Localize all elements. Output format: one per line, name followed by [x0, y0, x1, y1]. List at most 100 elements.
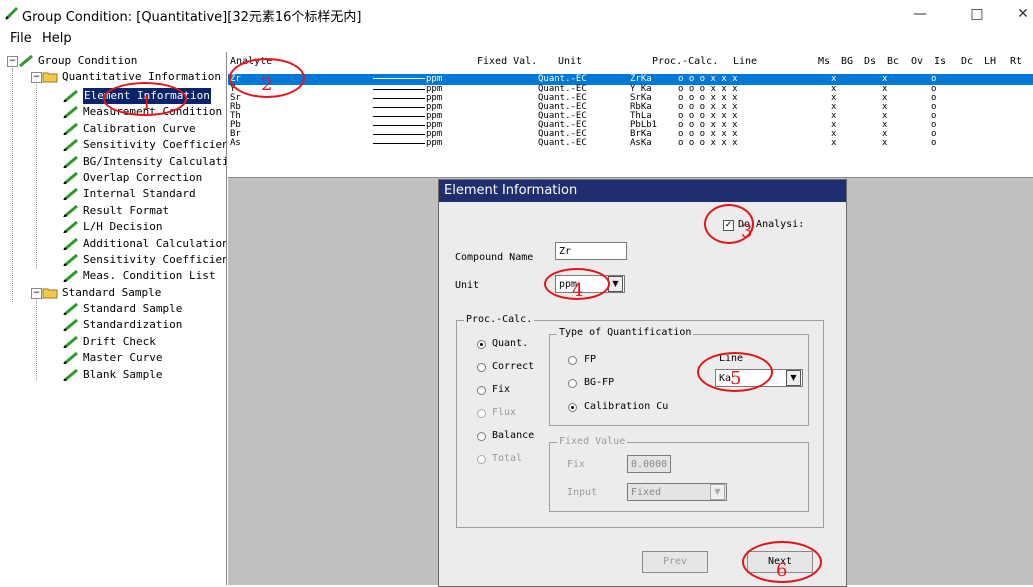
- cell-ds: x: [882, 138, 888, 148]
- fixed-value-line: [373, 89, 425, 90]
- pen-icon: [63, 139, 78, 152]
- pen-icon: [63, 204, 78, 217]
- pen-icon: [63, 335, 78, 348]
- pen-icon: [63, 368, 78, 381]
- tree-collapse-standard-icon[interactable]: −: [31, 288, 42, 299]
- table-row[interactable]: As ppm Quant.-EC AsKa o o o x x x x x o: [228, 139, 1033, 148]
- radio-fp[interactable]: [568, 356, 577, 365]
- radio-balance-label: Balance: [492, 430, 535, 441]
- list-header: Analyte Fixed Val. Unit Proc.-Calc. Line…: [228, 56, 1033, 70]
- radio-flux: [477, 409, 486, 418]
- menu-file[interactable]: File: [10, 31, 32, 46]
- pen-icon: [63, 319, 78, 332]
- pen-icon: [63, 155, 78, 168]
- annotation-number-2: 2: [261, 74, 273, 95]
- radio-balance[interactable]: [477, 432, 486, 441]
- pen-icon: [63, 106, 78, 119]
- radio-fp-label: FP: [584, 354, 597, 365]
- close-button[interactable]: ✕: [1008, 4, 1033, 24]
- folder-icon: [42, 288, 58, 299]
- compound-name-input[interactable]: Zr: [555, 242, 627, 260]
- maximize-button[interactable]: □: [962, 4, 992, 24]
- fixed-value-line: [373, 98, 425, 99]
- proc-calc-title: Proc.-Calc.: [464, 314, 535, 325]
- col-dc[interactable]: Dc: [961, 56, 973, 67]
- radio-total-label: Total: [492, 453, 523, 464]
- fixed-value-line: [373, 125, 425, 126]
- radio-flux-label: Flux: [492, 407, 517, 418]
- unit-dropdown-arrow-icon[interactable]: ▼: [608, 276, 623, 292]
- minimize-button[interactable]: —: [905, 4, 935, 24]
- pen-icon: [19, 55, 33, 67]
- fix-value-input: 0.0000: [627, 455, 671, 473]
- col-ds[interactable]: Ds: [864, 56, 876, 67]
- col-bg[interactable]: BG: [841, 56, 853, 67]
- radio-quant-label: Quant.: [492, 338, 529, 349]
- fix-label: Fix: [567, 459, 586, 470]
- cell-ov: o: [931, 138, 937, 148]
- pen-icon: [63, 237, 78, 250]
- fixed-value-line: [373, 116, 425, 117]
- pen-icon: [63, 221, 78, 234]
- type-of-quantification-title: Type of Quantification: [557, 327, 694, 338]
- cell-flags: o o o x x x: [678, 138, 738, 148]
- fixed-value-title: Fixed Value: [557, 436, 628, 447]
- radio-bg-fp-label: BG-FP: [584, 377, 615, 388]
- radio-fix[interactable]: [477, 386, 486, 395]
- title-bar: Group Condition: [Quantitative][32元素16个标…: [0, 0, 1033, 28]
- radio-calibration-curve-label: Calibration Cu: [584, 401, 669, 412]
- window-title: Group Condition: [Quantitative][32元素16个标…: [22, 10, 362, 25]
- menu-help[interactable]: Help: [42, 31, 72, 46]
- col-unit[interactable]: Unit: [558, 56, 582, 67]
- pen-icon: [63, 352, 78, 365]
- fixed-value-group: [549, 442, 809, 512]
- prev-button[interactable]: Prev: [642, 551, 708, 573]
- col-rt[interactable]: Rt: [1010, 56, 1022, 67]
- annotation-number-6: 6: [776, 560, 788, 581]
- col-line[interactable]: Line: [733, 56, 757, 67]
- cell-ms: x: [831, 138, 837, 148]
- element-list: Analyte Fixed Val. Unit Proc.-Calc. Line…: [228, 52, 1033, 178]
- pen-icon: [63, 188, 78, 201]
- radio-calibration-curve[interactable]: [568, 403, 577, 412]
- line-dropdown-arrow-icon[interactable]: ▼: [786, 370, 801, 386]
- unit-label: Unit: [455, 280, 480, 291]
- fixed-value-line: [373, 134, 425, 135]
- col-proc-calc[interactable]: Proc.-Calc.: [652, 56, 718, 67]
- radio-correct[interactable]: [477, 363, 486, 372]
- radio-bg-fp[interactable]: [568, 379, 577, 388]
- col-ms[interactable]: Ms: [818, 56, 830, 67]
- radio-correct-label: Correct: [492, 361, 535, 372]
- cell-analyte: As: [230, 138, 241, 148]
- annotation-number-3: 3: [741, 221, 753, 242]
- fixed-value-line: [373, 143, 425, 144]
- radio-quant[interactable]: [477, 340, 486, 349]
- cell-line: AsKa: [630, 138, 652, 148]
- fixed-value-line: [373, 78, 425, 79]
- menu-bar: File Help: [0, 31, 1033, 49]
- dialog-title-bar: Element Information: [439, 180, 846, 202]
- fixed-value-line: [373, 107, 425, 108]
- tree-collapse-root-icon[interactable]: −: [7, 56, 18, 67]
- pen-icon: [63, 172, 78, 184]
- col-bc[interactable]: Bc: [887, 56, 899, 67]
- folder-icon: [42, 72, 58, 83]
- col-is[interactable]: Is: [934, 56, 946, 67]
- input-dropdown-arrow-icon: ▼: [710, 484, 725, 500]
- pen-icon: [63, 90, 78, 102]
- input-label: Input: [567, 487, 598, 498]
- pen-icon: [63, 254, 78, 266]
- cell-proc: Quant.-EC: [538, 138, 587, 148]
- dialog-title: Element Information: [444, 183, 578, 198]
- compound-name-label: Compound Name: [455, 252, 534, 263]
- pen-icon: [5, 6, 19, 20]
- annotation-number-4: 4: [572, 280, 584, 301]
- annotation-number-5: 5: [730, 368, 742, 389]
- tree-collapse-quant-icon[interactable]: −: [31, 72, 42, 83]
- radio-fix-label: Fix: [492, 384, 511, 395]
- col-fixed-val[interactable]: Fixed Val.: [477, 56, 537, 67]
- pen-icon: [63, 270, 78, 283]
- col-ov[interactable]: Ov: [911, 56, 923, 67]
- pen-icon: [63, 122, 78, 135]
- col-lh[interactable]: LH: [984, 56, 996, 67]
